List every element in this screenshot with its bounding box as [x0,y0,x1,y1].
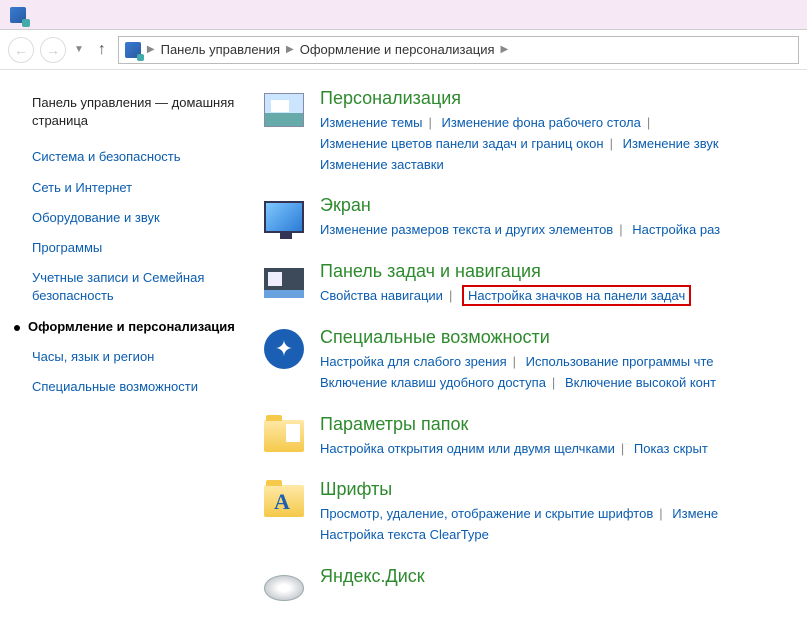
forward-button[interactable]: → [40,37,66,63]
taskbar-icon [262,261,306,305]
sidebar-item[interactable]: Оборудование и звук [32,209,238,227]
link[interactable]: Просмотр, удаление, отображение и скрыти… [320,506,653,521]
category-title[interactable]: Специальные возможности [320,327,807,348]
link[interactable]: Настройка для слабого зрения [320,354,507,369]
link[interactable]: Изменение размеров текста и других элеме… [320,222,613,237]
link[interactable]: Использование программы чте [526,354,714,369]
category-fonts: Шрифты Просмотр, удаление, отображение и… [262,479,807,546]
chevron-right-icon[interactable]: ▶ [501,44,509,55]
category-title[interactable]: Экран [320,195,807,216]
folder-options-icon [262,414,306,458]
category-display: Экран Изменение размеров текста и других… [262,195,807,241]
up-button[interactable]: ↑ [92,41,112,59]
link[interactable]: Изменение звук [623,136,719,151]
category-taskbar: Панель задач и навигация Свойства навига… [262,261,807,307]
category-title[interactable]: Яндекс.Диск [320,566,807,587]
category-links: Свойства навигации| Настройка значков на… [320,286,807,307]
category-links: Настройка открытия одним или двумя щелчк… [320,439,807,460]
bullet-icon [14,325,20,331]
link[interactable]: Изменение цветов панели задач и границ о… [320,136,604,151]
sidebar-current-item: Оформление и персонализация [14,318,238,336]
link[interactable]: Настройка текста ClearType [320,527,489,542]
content: Панель управления — домашняя страница Си… [0,70,807,630]
link[interactable]: Измене [672,506,718,521]
main-panel: Персонализация Изменение темы| Изменение… [250,70,807,630]
chevron-right-icon[interactable]: ▶ [147,44,155,55]
link[interactable]: Свойства навигации [320,288,443,303]
category-title[interactable]: Шрифты [320,479,807,500]
sidebar: Панель управления — домашняя страница Си… [0,70,250,630]
link[interactable]: Изменение темы [320,115,422,130]
control-panel-icon [10,7,26,23]
category-links: Настройка для слабого зрения| Использова… [320,352,807,394]
address-bar[interactable]: ▶ Панель управления ▶ Оформление и персо… [118,36,799,64]
link[interactable]: Настройка раз [632,222,720,237]
category-folder-options: Параметры папок Настройка открытия одним… [262,414,807,460]
chevron-right-icon[interactable]: ▶ [286,44,294,55]
sidebar-home-link[interactable]: Панель управления — домашняя страница [32,94,238,130]
titlebar [0,0,807,30]
breadcrumb-segment[interactable]: Оформление и персонализация [300,42,495,57]
category-title[interactable]: Параметры папок [320,414,807,435]
control-panel-icon [125,42,141,58]
sidebar-item[interactable]: Специальные возможности [32,378,238,396]
sidebar-item[interactable]: Программы [32,239,238,257]
category-title[interactable]: Персонализация [320,88,807,109]
sidebar-item[interactable]: Часы, язык и регион [32,348,238,366]
category-links: Изменение размеров текста и других элеме… [320,220,807,241]
category-links: Изменение темы| Изменение фона рабочего … [320,113,807,175]
link[interactable]: Настройка открытия одним или двумя щелчк… [320,441,615,456]
sidebar-current-label: Оформление и персонализация [28,318,235,336]
sidebar-item[interactable]: Сеть и Интернет [32,179,238,197]
category-title[interactable]: Панель задач и навигация [320,261,807,282]
back-button[interactable]: ← [8,37,34,63]
navbar: ← → ▼ ↑ ▶ Панель управления ▶ Оформление… [0,30,807,70]
breadcrumb-segment[interactable]: Панель управления [161,42,280,57]
category-personalization: Персонализация Изменение темы| Изменение… [262,88,807,175]
link[interactable]: Изменение фона рабочего стола [442,115,641,130]
link[interactable]: Включение клавиш удобного доступа [320,375,546,390]
fonts-icon [262,479,306,523]
ease-of-access-icon: ✦ [262,327,306,371]
nav-history-dropdown[interactable]: ▼ [74,44,84,55]
link[interactable]: Изменение заставки [320,157,444,172]
sidebar-item[interactable]: Учетные записи и Семейная безопасность [32,269,238,305]
category-links: Просмотр, удаление, отображение и скрыти… [320,504,807,546]
display-icon [262,195,306,239]
personalization-icon [262,88,306,132]
yandex-disk-icon [262,566,306,610]
link-highlighted[interactable]: Настройка значков на панели задач [462,285,691,306]
link[interactable]: Включение высокой конт [565,375,716,390]
category-ease-of-access: ✦ Специальные возможности Настройка для … [262,327,807,394]
sidebar-item[interactable]: Система и безопасность [32,148,238,166]
link[interactable]: Показ скрыт [634,441,708,456]
category-yandex-disk: Яндекс.Диск [262,566,807,610]
